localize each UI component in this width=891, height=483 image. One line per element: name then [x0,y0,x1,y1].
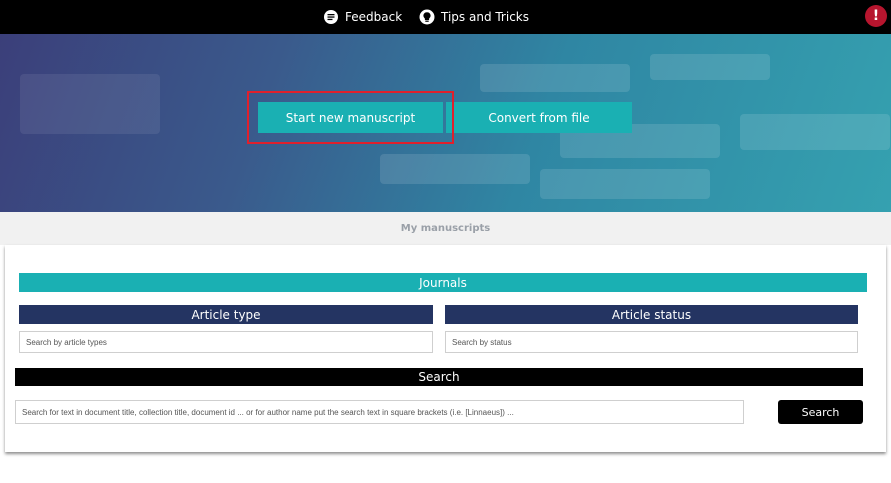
document-search-input[interactable] [15,400,744,424]
search-section-label: Search [418,370,460,384]
tab-my-manuscripts[interactable]: My manuscripts [401,223,491,234]
article-status-search-input[interactable] [445,331,858,353]
hero-background-keyboard [740,114,890,150]
hero-background-keyboard [480,64,630,92]
feedback-link[interactable]: Feedback [323,0,402,34]
article-type-header: Article type [19,305,433,324]
search-button[interactable]: Search [778,400,863,424]
tips-and-tricks-label: Tips and Tricks [441,10,530,24]
hero-background-keyboard [650,54,770,80]
article-status-header: Article status [445,305,858,324]
lightbulb-icon [419,9,435,25]
hero-banner: Start new manuscript Convert from file [0,34,891,212]
journals-label: Journals [419,275,467,290]
article-type-search-input[interactable] [19,331,433,353]
journals-filter-header[interactable]: Journals [19,273,867,292]
article-type-label: Article type [191,307,261,322]
tips-and-tricks-link[interactable]: Tips and Tricks [419,0,529,34]
alert-notification-icon[interactable]: ! [865,5,887,27]
article-status-label: Article status [611,307,692,322]
search-section-header: Search [15,368,863,386]
hero-background-keyboard [540,169,710,199]
chat-bubble-icon [323,9,339,25]
tab-bar: My manuscripts [0,212,891,245]
alert-symbol: ! [872,8,880,24]
feedback-label: Feedback [345,10,403,24]
hero-background-keyboard [380,154,530,184]
start-new-manuscript-button[interactable]: Start new manuscript [258,102,443,133]
top-bar: Feedback Tips and Tricks ! [0,0,891,34]
hero-background-keyboard [20,74,160,134]
convert-from-file-button[interactable]: Convert from file [446,102,632,133]
